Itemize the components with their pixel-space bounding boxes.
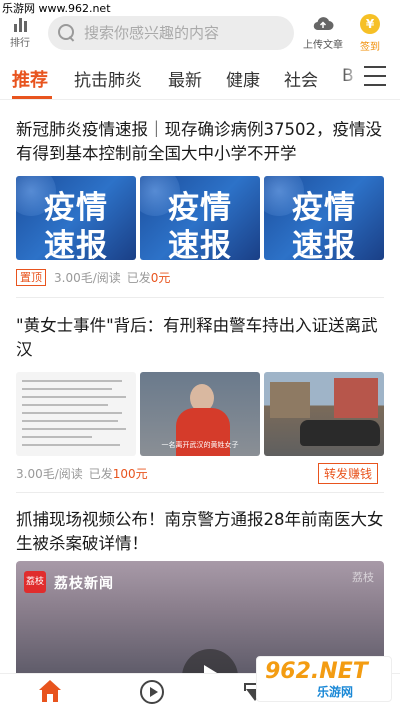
rank-button[interactable]: 排行 [6,18,34,49]
share-earn-button[interactable]: 转发赚钱 [317,462,378,484]
watermark-small: 乐游网 [317,685,354,699]
article-thumbnail[interactable] [264,372,384,456]
thumb-text: 速报 [292,228,356,260]
article-title[interactable]: 抓捕现场视频公布！南京警方通报28年前南医大女生被杀案破详情！ [16,508,384,556]
article-title[interactable]: "黄女士事件"背后：有刑释由警车持出入证送离武汉 [16,314,384,362]
read-price: 3.00毛/阅读 [54,270,121,285]
paid-label: 已发 [88,466,113,481]
paid-amount: 0元 [150,270,171,285]
divider [16,492,384,493]
rank-label: 排行 [10,38,30,49]
article-images: 一名离开武汉的黄姓女子 [16,372,384,456]
article-images: 疫情 速报 疫情 速报 疫情 速报 [16,176,384,260]
tab-health[interactable]: 健康 [226,66,260,91]
video-play-icon[interactable] [140,680,164,704]
search-icon [58,24,76,42]
cloud-upload-icon [313,17,334,31]
tab-latest[interactable]: 最新 [168,66,202,91]
thumb-text: 速报 [168,228,232,260]
article-meta: 3.00毛/阅读 已发 100元 转发赚钱 [16,462,384,484]
menu-icon[interactable] [364,66,388,88]
article-meta: 置顶 3.00毛/阅读 已发 0元 [16,268,384,286]
paid-amount: 100元 [112,466,148,481]
search-bar[interactable] [48,16,294,50]
sign-label: 签到 [360,42,380,53]
rank-icon [6,18,34,32]
tab-fade [340,58,360,98]
video-brand-logo: 荔枝 [24,571,46,593]
tab-society[interactable]: 社会 [284,66,318,91]
article-thumbnail[interactable] [16,372,136,456]
read-price: 3.00毛/阅读 [16,466,83,481]
divider [16,297,384,298]
article-thumbnail[interactable]: 一名离开武汉的黄姓女子 [140,372,260,456]
article-thumbnail[interactable]: 疫情 速报 [140,176,260,260]
video-brand-name: 荔枝新闻 [54,576,114,592]
sign-in-button[interactable]: ¥ 签到 [352,14,388,53]
pinned-badge: 置顶 [16,268,46,286]
thumb-text: 速报 [44,228,108,260]
coin-icon: ¥ [360,14,380,34]
video-corner-mark: 荔枝 [352,571,374,584]
category-tabs: 推荐 抗击肺炎 最新 健康 社会 B [0,58,400,100]
watermark-big: 962.NET [265,659,368,684]
article-card[interactable]: "黄女士事件"背后：有刑释由警车持出入证送离武汉 一名离开武汉的黄姓女子 3.0… [16,314,384,484]
thumb-caption: 一名离开武汉的黄姓女子 [161,441,239,449]
article-title[interactable]: 新冠肺炎疫情速报｜现存确诊病例37502，疫情没有得到基本控制前全国大中小学不开… [16,118,384,166]
tab-fight-pneumonia[interactable]: 抗击肺炎 [74,66,142,91]
upload-label: 上传文章 [303,40,343,51]
home-icon[interactable] [38,680,62,704]
article-card[interactable]: 新冠肺炎疫情速报｜现存确诊病例37502，疫情没有得到基本控制前全国大中小学不开… [16,118,384,286]
watermark-top: 乐游网 www.962.net [2,2,111,15]
article-card[interactable]: 抓捕现场视频公布！南京警方通报28年前南医大女生被杀案破详情！ [16,508,384,556]
search-input[interactable] [84,24,284,42]
article-thumbnail[interactable]: 疫情 速报 [264,176,384,260]
article-thumbnail[interactable]: 疫情 速报 [16,176,136,260]
paid-label: 已发 [126,270,151,285]
tab-recommend[interactable]: 推荐 [12,66,48,92]
active-tab-indicator [12,96,52,99]
upload-article-button[interactable]: 上传文章 [296,14,350,51]
watermark-bottom: 962.NET 乐游网 [256,656,392,702]
